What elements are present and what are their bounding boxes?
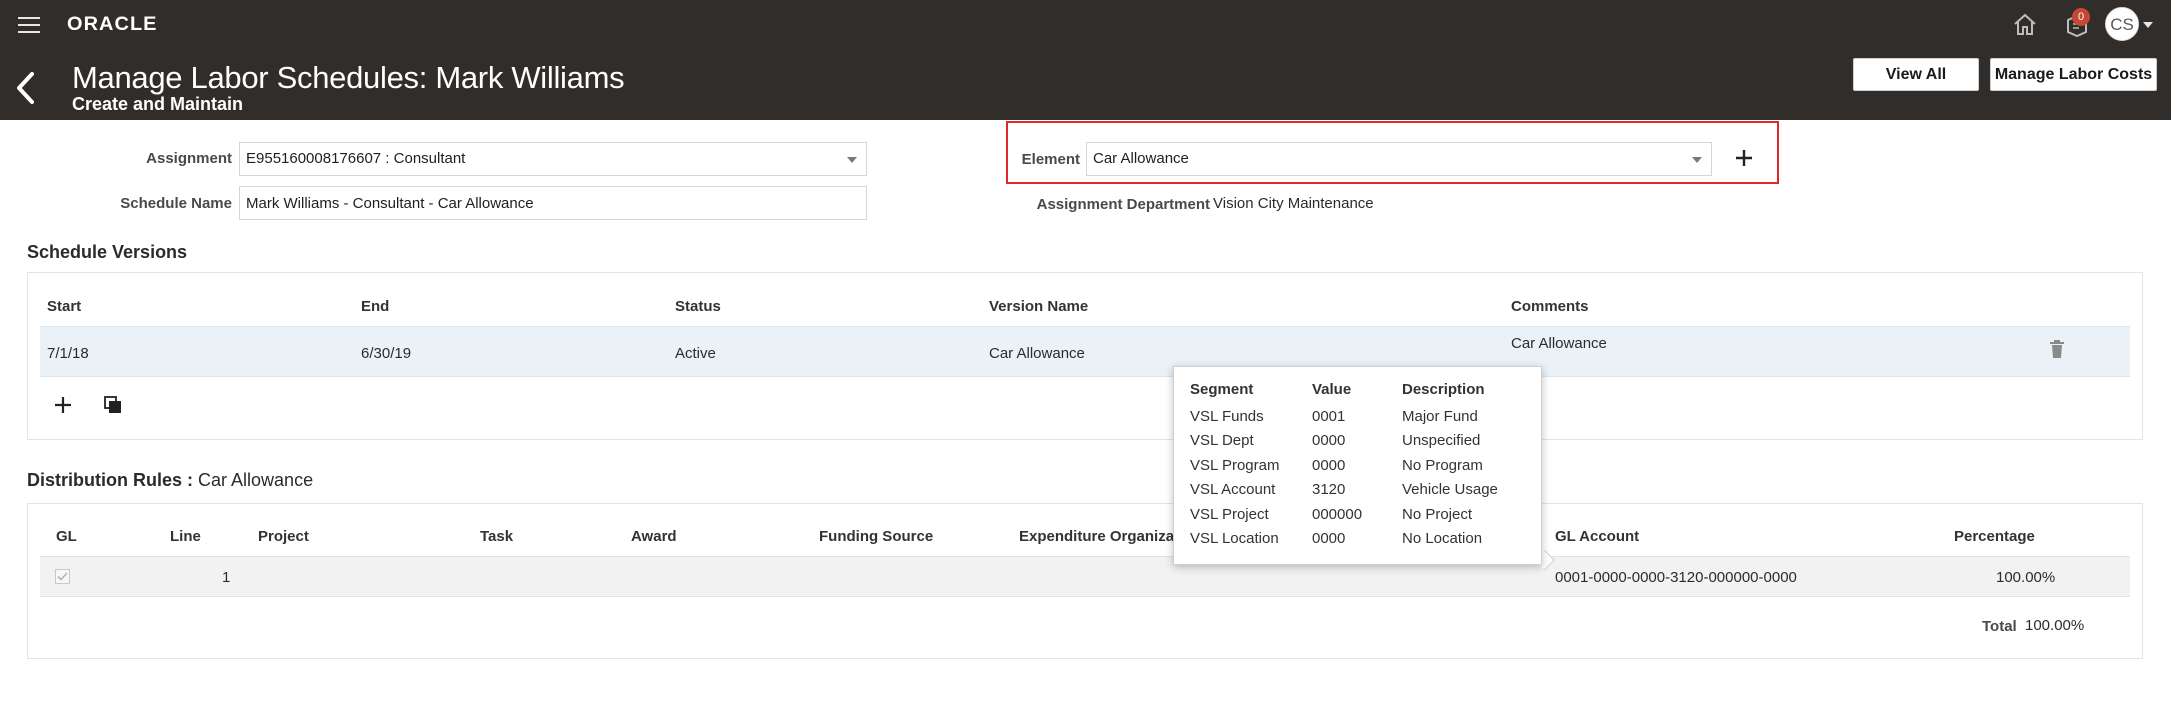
home-icon[interactable] xyxy=(2012,12,2038,43)
segment-cell: VSL Program xyxy=(1190,456,1280,474)
total-label: Total xyxy=(1982,618,2017,635)
delete-icon[interactable] xyxy=(2049,339,2065,364)
duplicate-icon[interactable] xyxy=(104,396,122,419)
total-value: 100.00% xyxy=(2025,617,2085,634)
schedule-versions-title: Schedule Versions xyxy=(27,242,188,262)
version-start-cell: 7/1/18 xyxy=(47,345,89,362)
description-cell: No Location xyxy=(1402,530,1483,548)
description-cell: Vehicle Usage xyxy=(1402,481,1498,499)
hamburger-menu-icon[interactable] xyxy=(18,17,40,33)
add-element-icon[interactable] xyxy=(1733,147,1755,174)
page-subtitle: Create and Maintain xyxy=(72,94,244,114)
segments-table: Segment Value Description VSL Funds 0001… xyxy=(1190,381,1532,551)
column-header-project[interactable]: Project xyxy=(258,528,309,545)
page-title: Manage Labor Schedules: Mark Williams xyxy=(72,60,625,95)
column-header-gl-account[interactable]: GL Account xyxy=(1555,528,1639,545)
value-column-header: Value xyxy=(1312,381,1352,398)
value-cell: 0000 xyxy=(1312,530,1346,548)
assignment-label: Assignment xyxy=(146,150,232,167)
column-header-end[interactable]: End xyxy=(361,298,389,315)
version-status-cell: Active xyxy=(675,345,716,362)
assignment-department-value: Vision City Maintenance xyxy=(1213,195,1374,212)
value-cell: 3120 xyxy=(1312,481,1346,499)
version-name-cell: Car Allowance xyxy=(989,345,1085,362)
table-row: VSL Project 000000 No Project xyxy=(1190,502,1532,527)
column-header-version-name[interactable]: Version Name xyxy=(989,298,1088,315)
schedule-name-field[interactable] xyxy=(239,186,867,220)
segment-cell: VSL Funds xyxy=(1190,407,1264,425)
column-header-funding-source[interactable]: Funding Source xyxy=(819,528,933,545)
column-header-comments[interactable]: Comments xyxy=(1511,298,1589,315)
user-menu-caret-icon[interactable] xyxy=(2143,22,2153,28)
segment-cell: VSL Location xyxy=(1190,530,1279,548)
manage-labor-costs-button[interactable]: Manage Labor Costs xyxy=(1990,58,2157,91)
assignment-select[interactable]: E955160008176607 : Consultant xyxy=(239,142,867,176)
column-header-gl[interactable]: GL xyxy=(56,528,77,545)
chevron-down-icon xyxy=(847,157,857,163)
add-icon[interactable] xyxy=(53,395,73,420)
column-header-percentage[interactable]: Percentage xyxy=(1954,528,2035,545)
table-row: VSL Program 0000 No Program xyxy=(1190,453,1532,478)
table-row[interactable] xyxy=(40,326,2130,377)
element-label: Element xyxy=(1021,151,1080,168)
description-cell: No Project xyxy=(1402,505,1473,523)
back-chevron-icon[interactable] xyxy=(14,70,38,111)
description-cell: Major Fund xyxy=(1402,407,1478,425)
description-column-header: Description xyxy=(1402,381,1485,398)
element-select[interactable]: Car Allowance xyxy=(1086,142,1712,176)
column-header-task[interactable]: Task xyxy=(480,528,513,545)
table-row: VSL Funds 0001 Major Fund xyxy=(1190,404,1532,429)
user-avatar[interactable]: CS xyxy=(2105,7,2139,41)
description-cell: Unspecified xyxy=(1402,432,1481,450)
view-all-button[interactable]: View All xyxy=(1853,58,1979,91)
column-header-status[interactable]: Status xyxy=(675,298,721,315)
segment-cell: VSL Project xyxy=(1190,505,1269,523)
version-comments-cell: Car Allowance xyxy=(1511,335,1607,352)
table-row: VSL Dept 0000 Unspecified xyxy=(1190,429,1532,454)
distribution-rules-label: Distribution Rules : xyxy=(27,470,193,490)
element-value: Car Allowance xyxy=(1093,150,1189,167)
version-end-cell: 6/30/19 xyxy=(361,345,412,362)
table-row[interactable] xyxy=(40,556,2130,597)
value-cell: 0001 xyxy=(1312,407,1346,425)
distribution-rules-element: Car Allowance xyxy=(198,470,314,490)
column-header-award[interactable]: Award xyxy=(631,528,677,545)
oracle-logo: ORACLE xyxy=(67,14,158,35)
gl-account-cell[interactable]: 0001-0000-0000-3120-000000-0000 xyxy=(1555,569,1797,586)
table-row: VSL Account 3120 Vehicle Usage xyxy=(1190,478,1532,503)
segment-cell: VSL Account xyxy=(1190,481,1276,499)
schedule-name-label: Schedule Name xyxy=(120,195,232,212)
gl-checkbox[interactable] xyxy=(55,569,70,589)
description-cell: No Program xyxy=(1402,456,1483,474)
notification-count-badge: 0 xyxy=(2072,8,2090,26)
assignment-value: E955160008176607 : Consultant xyxy=(246,150,466,167)
segment-cell: VSL Dept xyxy=(1190,432,1254,450)
distribution-rules-title: Distribution Rules : Car Allowance xyxy=(27,470,313,491)
value-cell: 0000 xyxy=(1312,456,1346,474)
table-row: VSL Location 0000 No Location xyxy=(1190,527,1532,552)
column-header-expenditure-organization[interactable]: Expenditure Organizat xyxy=(1019,528,1179,545)
column-header-line[interactable]: Line xyxy=(170,528,201,545)
distribution-line-cell: 1 xyxy=(222,569,231,586)
value-cell: 000000 xyxy=(1312,505,1363,523)
value-cell: 0000 xyxy=(1312,432,1346,450)
gl-account-segments-popup: Segment Value Description VSL Funds 0001… xyxy=(1173,366,1542,565)
segment-column-header: Segment xyxy=(1190,381,1254,398)
assignment-department-label: Assignment Department xyxy=(1036,196,1210,213)
distribution-percentage-cell: 100.00% xyxy=(1996,569,2056,586)
chevron-down-icon xyxy=(1692,157,1702,163)
column-header-start[interactable]: Start xyxy=(47,298,81,315)
